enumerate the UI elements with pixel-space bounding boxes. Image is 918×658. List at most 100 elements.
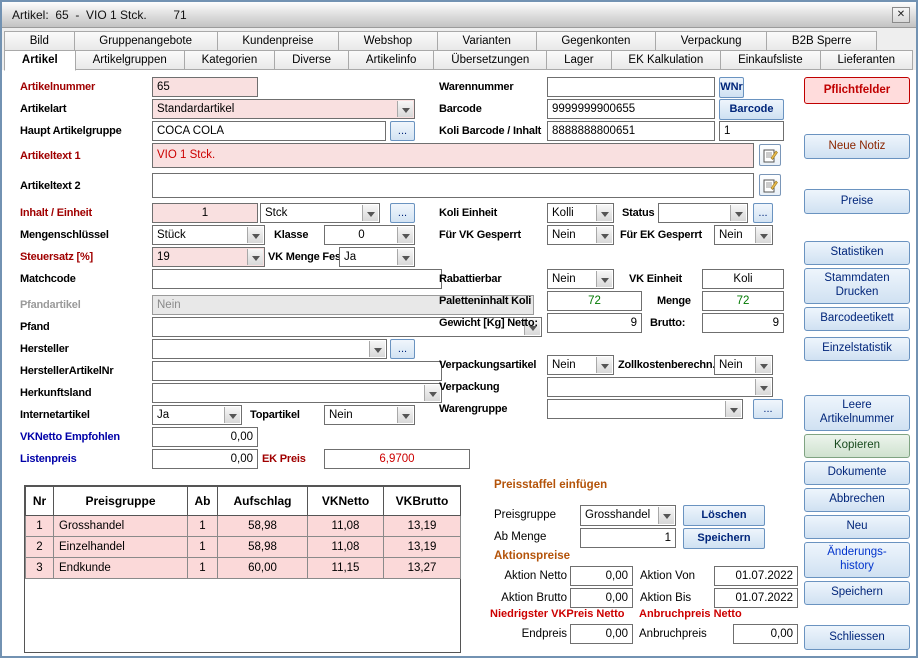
haupt-artikelgruppe-input[interactable]: COCA COLA <box>152 121 386 141</box>
einheit-select[interactable]: Stck <box>260 203 380 223</box>
neu-button[interactable]: Neu <box>804 515 910 539</box>
abbrechen-button[interactable]: Abbrechen <box>804 488 910 512</box>
tab-webshop[interactable]: Webshop <box>338 31 438 51</box>
internetartikel-select[interactable]: Ja <box>152 405 242 425</box>
chevron-down-icon[interactable] <box>397 249 413 265</box>
koli-barcode-input[interactable]: 8888888800651 <box>547 121 715 141</box>
paletteninhalt-input[interactable]: 72 <box>547 291 642 311</box>
artikelart-select[interactable]: Standardartikel <box>152 99 415 119</box>
stammdaten-drucken-button[interactable]: Stammdaten Drucken <box>804 268 910 304</box>
topartikel-select[interactable]: Nein <box>324 405 415 425</box>
tab-lieferanten[interactable]: Lieferanten <box>820 50 913 70</box>
matchcode-input[interactable] <box>152 269 442 289</box>
chevron-down-icon[interactable] <box>247 227 263 243</box>
chevron-down-icon[interactable] <box>596 227 612 243</box>
price-row-2[interactable]: 2 Einzelhandel 1 58,98 11,08 13,19 <box>26 537 461 558</box>
mengenschluessel-select[interactable]: Stück <box>152 225 265 245</box>
tab-artikelgruppen[interactable]: Artikelgruppen <box>75 50 185 70</box>
fuer-ek-gesperrt-select[interactable]: Nein <box>714 225 773 245</box>
inhalt-input[interactable]: 1 <box>152 203 258 223</box>
tab-einkaufsliste[interactable]: Einkaufsliste <box>720 50 820 70</box>
tab-artikelinfo[interactable]: Artikelinfo <box>348 50 434 70</box>
pflichtfelder-button[interactable]: Pflichtfelder <box>804 77 910 104</box>
rabattierbar-select[interactable]: Nein <box>547 269 614 289</box>
chevron-down-icon[interactable] <box>424 385 440 401</box>
tab-varianten[interactable]: Varianten <box>437 31 537 51</box>
artikeltext2-input[interactable] <box>152 173 754 198</box>
vk-einheit-input[interactable]: Koli <box>702 269 784 289</box>
chevron-down-icon[interactable] <box>397 227 413 243</box>
chevron-down-icon[interactable] <box>369 341 385 357</box>
chevron-down-icon[interactable] <box>247 249 263 265</box>
chevron-down-icon[interactable] <box>658 507 674 524</box>
artikeltext1-note-button[interactable] <box>759 144 781 166</box>
chevron-down-icon[interactable] <box>725 401 741 417</box>
artikelnummer-input[interactable]: 65 <box>152 77 258 97</box>
endpreis-input[interactable]: 0,00 <box>570 624 633 644</box>
aktion-von-input[interactable]: 01.07.2022 <box>714 566 798 586</box>
hersteller-select[interactable] <box>152 339 387 359</box>
ek-preis-input[interactable]: 6,9700 <box>324 449 470 469</box>
chevron-down-icon[interactable] <box>224 407 240 423</box>
herkunftsland-select[interactable] <box>152 383 442 403</box>
chevron-down-icon[interactable] <box>755 227 771 243</box>
chevron-down-icon[interactable] <box>362 205 378 221</box>
tab-b2b-sperre[interactable]: B2B Sperre <box>766 31 877 51</box>
hersteller-artikelnr-input[interactable] <box>152 361 442 381</box>
price-row-3[interactable]: 3 Endkunde 1 60,00 11,15 13,27 <box>26 558 461 579</box>
chevron-down-icon[interactable] <box>596 271 612 287</box>
close-icon[interactable]: ✕ <box>892 7 910 23</box>
chevron-down-icon[interactable] <box>397 407 413 423</box>
warennummer-input[interactable] <box>547 77 715 97</box>
status-select[interactable] <box>658 203 748 223</box>
tab-kategorien[interactable]: Kategorien <box>184 50 275 70</box>
kopieren-button[interactable]: Kopieren <box>804 434 910 458</box>
loeschen-button[interactable]: Löschen <box>683 505 765 526</box>
tab-lager[interactable]: Lager <box>546 50 611 70</box>
artikeltext1-input[interactable]: VIO 1 Stck. <box>152 143 754 168</box>
wnr-button[interactable]: WNr <box>719 77 744 98</box>
steuersatz-select[interactable]: 19 <box>152 247 265 267</box>
verpackungsartikel-select[interactable]: Nein <box>547 355 614 375</box>
aktion-bis-input[interactable]: 01.07.2022 <box>714 588 798 608</box>
koli-inhalt-input[interactable]: 1 <box>719 121 784 141</box>
chevron-down-icon[interactable] <box>755 357 771 373</box>
fuer-vk-gesperrt-select[interactable]: Nein <box>547 225 614 245</box>
menge-input[interactable]: 72 <box>702 291 784 311</box>
staffel-speichern-button[interactable]: Speichern <box>683 528 765 549</box>
price-row-1[interactable]: 1 Grosshandel 1 58,98 11,08 13,19 <box>26 516 461 537</box>
verpackung-select[interactable] <box>547 377 773 397</box>
dokumente-button[interactable]: Dokumente <box>804 461 910 485</box>
barcodeetikett-button[interactable]: Barcodeetikett <box>804 307 910 331</box>
tab-verpackung[interactable]: Verpackung <box>655 31 767 51</box>
neue-notiz-button[interactable]: Neue Notiz <box>804 134 910 159</box>
aenderungs-history-button[interactable]: Änderungs-history <box>804 542 910 578</box>
tab-ek-kalkulation[interactable]: EK Kalkulation <box>611 50 722 70</box>
einzelstatistik-button[interactable]: Einzelstatistik <box>804 337 910 361</box>
gewicht-brutto-input[interactable]: 9 <box>702 313 784 333</box>
listenpreis-input[interactable]: 0,00 <box>152 449 258 469</box>
statistiken-button[interactable]: Statistiken <box>804 241 910 265</box>
zollkosten-select[interactable]: Nein <box>714 355 773 375</box>
chevron-down-icon[interactable] <box>596 205 612 221</box>
tab-bild[interactable]: Bild <box>4 31 75 51</box>
schliessen-button[interactable]: Schliessen <box>804 625 910 650</box>
hersteller-browse-button[interactable]: ... <box>390 339 415 359</box>
klasse-select[interactable]: 0 <box>324 225 415 245</box>
chevron-down-icon[interactable] <box>397 101 413 117</box>
barcode-button[interactable]: Barcode <box>719 99 784 120</box>
status-browse-button[interactable]: ... <box>753 203 773 223</box>
ab-menge-input[interactable]: 1 <box>580 528 676 548</box>
haupt-artikelgruppe-browse-button[interactable]: ... <box>390 121 415 141</box>
anbruchpreis-input[interactable]: 0,00 <box>733 624 798 644</box>
chevron-down-icon[interactable] <box>755 379 771 395</box>
chevron-down-icon[interactable] <box>596 357 612 373</box>
tab-uebersetzungen[interactable]: Übersetzungen <box>433 50 547 70</box>
leere-artikelnummer-button[interactable]: Leere Artikelnummer <box>804 395 910 431</box>
tab-artikel[interactable]: Artikel <box>4 50 76 71</box>
warengruppe-select[interactable] <box>547 399 743 419</box>
vk-menge-fest-select[interactable]: Ja <box>339 247 415 267</box>
speichern-button[interactable]: Speichern <box>804 581 910 605</box>
gewicht-netto-input[interactable]: 9 <box>547 313 642 333</box>
staffel-preisgruppe-select[interactable]: Grosshandel <box>580 505 676 526</box>
